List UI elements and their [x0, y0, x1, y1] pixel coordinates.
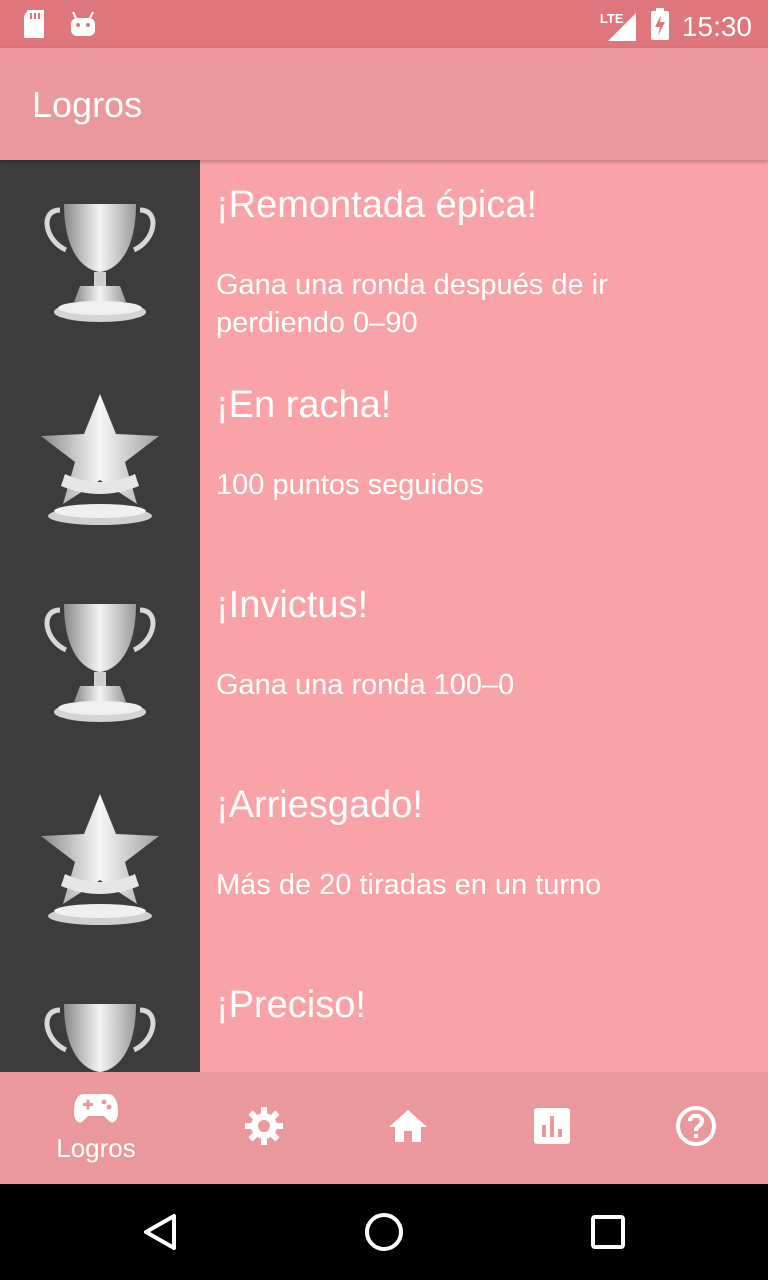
- lte-signal-icon: LTE: [600, 11, 638, 43]
- achievement-title: ¡Arriesgado!: [216, 784, 423, 826]
- nav-item-logros[interactable]: Logros: [24, 1072, 168, 1184]
- page-title: Logros: [32, 84, 143, 125]
- achievement-list[interactable]: ¡Remontada épica! Gana una ronda después…: [0, 160, 768, 1072]
- back-icon[interactable]: [136, 1208, 184, 1256]
- star-trophy-icon: [0, 360, 200, 560]
- achievement-description: Gana una ronda después de ir perdiendo 0…: [216, 269, 608, 339]
- star-trophy-icon: [0, 760, 200, 960]
- achievement-title: ¡Invictus!: [216, 584, 369, 626]
- android-debug-icon: [70, 10, 96, 43]
- achievement-title: ¡En racha!: [216, 384, 392, 426]
- battery-charging-icon: [650, 8, 670, 45]
- achievement-description: Más de 20 tiradas en un turno: [216, 869, 602, 901]
- bottom-navigation: Logros: [0, 1072, 768, 1184]
- list-item[interactable]: ¡En racha! 100 puntos seguidos: [0, 360, 768, 560]
- app-bar: Logros: [0, 48, 768, 160]
- trophy-cup-icon: [0, 560, 200, 760]
- clock: 15:30: [681, 10, 752, 42]
- gamepad-icon: [74, 1092, 118, 1129]
- home-circle-icon[interactable]: [360, 1208, 408, 1256]
- nav-item-home[interactable]: [336, 1072, 480, 1184]
- gear-icon: [244, 1106, 284, 1151]
- list-item[interactable]: ¡Arriesgado! Más de 20 tiradas en un tur…: [0, 760, 768, 960]
- list-item[interactable]: ¡Preciso!: [0, 960, 768, 1072]
- status-bar: LTE 15:30: [0, 0, 768, 48]
- list-item[interactable]: ¡Remontada épica! Gana una ronda después…: [0, 160, 768, 360]
- recents-square-icon[interactable]: [584, 1208, 632, 1256]
- sd-card-icon: [22, 10, 46, 43]
- system-navigation-bar: [0, 1184, 768, 1280]
- achievement-description: 100 puntos seguidos: [216, 469, 484, 501]
- home-icon: [388, 1108, 428, 1149]
- nav-item-help[interactable]: [624, 1072, 768, 1184]
- achievement-description: Gana una ronda 100–0: [216, 669, 515, 701]
- help-icon: [675, 1105, 717, 1152]
- trophy-cup-icon: [0, 960, 200, 1072]
- network-type-label: LTE: [599, 10, 624, 26]
- achievement-title: ¡Remontada épica!: [216, 184, 538, 226]
- nav-label: Logros: [56, 1133, 136, 1163]
- nav-item-stats[interactable]: [480, 1072, 624, 1184]
- bar-chart-icon: [533, 1107, 571, 1150]
- list-item[interactable]: ¡Invictus! Gana una ronda 100–0: [0, 560, 768, 760]
- nav-item-settings[interactable]: [192, 1072, 336, 1184]
- trophy-cup-icon: [0, 160, 200, 360]
- achievement-title: ¡Preciso!: [216, 984, 366, 1026]
